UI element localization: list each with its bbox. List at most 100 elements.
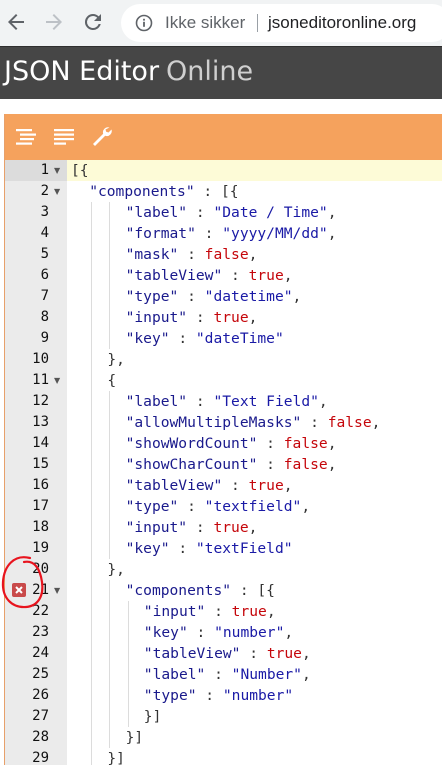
line-number-cell: 10 (5, 349, 67, 370)
token-punc: }] (107, 750, 125, 765)
token-punc: , (327, 204, 337, 221)
token-punc: : (257, 435, 284, 452)
code-line[interactable]: 13 "allowMultipleMasks" : false, (5, 412, 442, 433)
back-arrow-icon[interactable] (4, 10, 28, 34)
token-key: "mask" (125, 246, 179, 263)
info-icon[interactable] (135, 14, 153, 32)
indent-guide (127, 643, 129, 664)
token-key: "tableView" (125, 267, 223, 284)
code-line[interactable]: 8 "input" : true, (5, 307, 442, 328)
reload-icon[interactable] (81, 10, 105, 34)
line-number: 24 (32, 645, 49, 661)
token-bool: true (266, 645, 302, 662)
token-key: "input" (125, 309, 188, 326)
token-punc: : (222, 477, 249, 494)
indent-guide (109, 706, 111, 727)
app-title: JSON Editor Online (4, 56, 253, 88)
code-line[interactable]: 18 "input" : true, (5, 517, 442, 538)
token-key: "key" (143, 624, 188, 641)
line-number: 2 (40, 183, 49, 199)
token-str: "textField" (195, 540, 293, 557)
line-number: 26 (32, 687, 49, 703)
line-number-cell: 20 (5, 559, 67, 580)
code-line[interactable]: 21 ▼ "components" : [{ (5, 580, 442, 601)
code-line[interactable]: 28}] (5, 727, 442, 748)
line-number-cell: 19 (5, 538, 67, 559)
token-punc: , (301, 666, 311, 683)
indent-guide (91, 433, 93, 454)
token-punc: , (318, 393, 328, 410)
fold-arrow-icon[interactable]: ▼ (54, 370, 60, 391)
code-line[interactable]: 12 "label" : "Text Field", (5, 391, 442, 412)
format-icon[interactable] (13, 124, 39, 150)
fold-arrow-icon[interactable]: ▼ (54, 580, 60, 601)
token-punc: : (169, 330, 196, 347)
token-punc: : (187, 624, 215, 641)
line-number: 22 (32, 603, 49, 619)
fold-arrow-icon[interactable]: ▼ (54, 160, 60, 181)
fold-arrow-icon[interactable]: ▼ (54, 181, 60, 202)
repair-icon[interactable] (89, 124, 115, 150)
indent-guide (127, 706, 129, 727)
code-line[interactable]: 14 "showWordCount" : false, (5, 433, 442, 454)
code-line[interactable]: 23 "key" : "number", (5, 622, 442, 643)
token-key: "key" (125, 540, 170, 557)
forward-arrow-icon[interactable] (42, 10, 66, 34)
code-line[interactable]: 2 ▼ "components" : [{ (5, 181, 442, 202)
error-icon[interactable] (12, 583, 26, 597)
code-line[interactable]: 26 "type" : "number" (5, 685, 442, 706)
code-line[interactable]: 10}, (5, 349, 442, 370)
token-str: "Date / Time" (213, 204, 328, 221)
address-bar[interactable]: Ikke sikker jsoneditoronline.org (121, 4, 442, 42)
code-line[interactable]: 11 ▼ { (5, 370, 442, 391)
code-line[interactable]: 1 ▼[{ (5, 160, 442, 181)
indent-guide (91, 727, 93, 748)
indent-guide (109, 391, 111, 412)
code-line[interactable]: 16 "tableView" : true, (5, 475, 442, 496)
code-line[interactable]: 22 "input" : true, (5, 601, 442, 622)
code-line[interactable]: 7 "type" : "datetime", (5, 286, 442, 307)
code-area[interactable]: 1 ▼[{2 ▼ "components" : [{3 "label" : "Date … (5, 160, 442, 765)
token-punc: [{ (71, 162, 89, 179)
code-line[interactable]: 17 "type" : "textfield", (5, 496, 442, 517)
code-line[interactable]: 5 "mask" : false, (5, 244, 442, 265)
code-line[interactable]: 25 "label" : "Number", (5, 664, 442, 685)
line-number: 21 (32, 582, 49, 598)
indent-guide (109, 412, 111, 433)
code-line[interactable]: 24 "tableView" : true, (5, 643, 442, 664)
line-number: 11 (32, 372, 49, 388)
token-punc: : (178, 246, 205, 263)
code-line[interactable]: 20}, (5, 559, 442, 580)
indent-guide (91, 307, 93, 328)
code-line[interactable]: 15 "showCharCount" : false, (5, 454, 442, 475)
indent-guide (109, 622, 111, 643)
line-number-cell: 8 (5, 307, 67, 328)
line-number-cell: 11 ▼ (5, 370, 67, 391)
code-line[interactable]: 29}] (5, 748, 442, 765)
token-key: "label" (125, 393, 188, 410)
token-punc: : [{ (194, 183, 239, 200)
code-line[interactable]: 27}] (5, 706, 442, 727)
indent-guide (109, 664, 111, 685)
token-punc: : (187, 204, 214, 221)
code-text: "allowMultipleMasks" : false, (126, 412, 381, 433)
code-line[interactable]: 19 "key" : "textField" (5, 538, 442, 559)
line-number-cell: 27 (5, 706, 67, 727)
token-punc: : [{ (231, 582, 275, 599)
indent-guide (127, 601, 129, 622)
code-line[interactable]: 9 "key" : "dateTime" (5, 328, 442, 349)
indent-guide (127, 685, 129, 706)
code-text: "input" : true, (126, 517, 258, 538)
compact-icon[interactable] (51, 124, 77, 150)
indent-guide (127, 664, 129, 685)
code-text: [{ (71, 160, 89, 181)
url-text[interactable]: jsoneditoronline.org (268, 12, 416, 34)
code-line[interactable]: 3 "label" : "Date / Time", (5, 202, 442, 223)
indent-guide (91, 496, 93, 517)
code-line[interactable]: 4 "format" : "yyyy/MM/dd", (5, 223, 442, 244)
code-text: "showCharCount" : false, (126, 454, 337, 475)
line-number: 6 (40, 267, 49, 283)
code-line[interactable]: 6 "tableView" : true, (5, 265, 442, 286)
indent-guide (109, 286, 111, 307)
token-punc: : (205, 666, 232, 683)
